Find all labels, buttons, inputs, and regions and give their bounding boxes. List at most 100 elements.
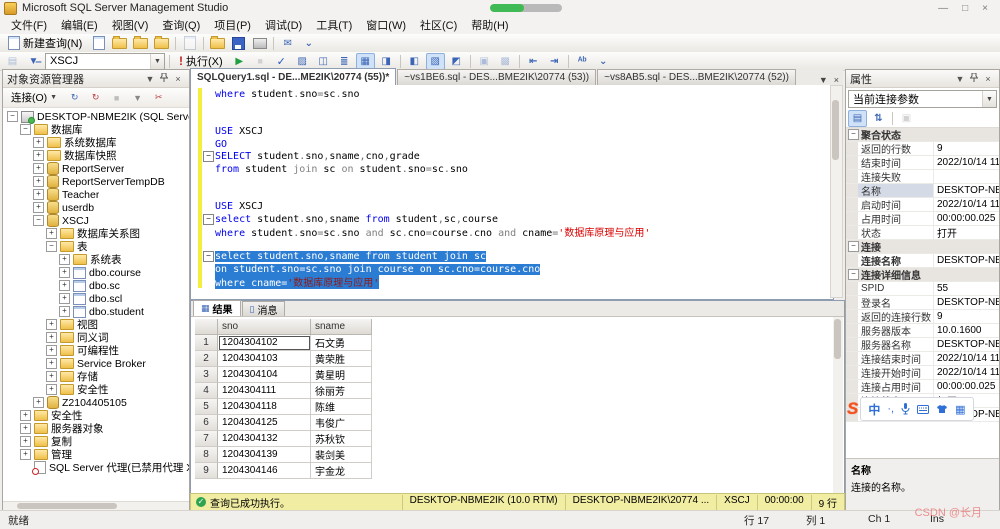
refresh-icon[interactable]: ↻ [65,89,84,106]
pin-icon[interactable] [157,73,171,84]
minimize-button[interactable]: — [938,3,948,14]
cell-sname[interactable]: 宇金龙 [311,463,372,479]
expand-icon[interactable]: + [59,267,70,278]
expand-icon[interactable]: + [46,332,57,343]
skin-icon[interactable] [936,404,948,414]
code-line[interactable]: where student.sno=sc.sno and sc.cno=cour… [191,226,833,239]
connect-button[interactable]: 连接(O) ▼ [6,88,62,107]
code-line[interactable]: where cname='数据库原理与应用' [191,276,833,289]
tree-item[interactable]: +数据库关系图 [3,227,189,240]
property-row[interactable]: 状态打开 [846,226,999,240]
collapse-icon[interactable]: − [848,241,859,252]
expand-icon[interactable]: + [20,423,31,434]
row-number[interactable]: 6 [195,415,218,431]
row-number[interactable]: 8 [195,447,218,463]
restore-button[interactable]: □ [962,3,968,14]
menu-item[interactable]: 编辑(E) [54,15,105,35]
tree-item[interactable]: +userdb [3,201,189,214]
expand-icon[interactable]: + [46,319,57,330]
property-group[interactable]: −聚合状态 [846,128,999,142]
property-row[interactable]: 服务器名称DESKTOP-NBME2IK [846,338,999,352]
fold-toggle-icon[interactable]: − [203,251,214,262]
property-row[interactable]: 连接结束时间2022/10/14 11:33:29 [846,352,999,366]
intellisense-icon[interactable]: ◫ [314,53,333,70]
cell-sno[interactable]: 1204304139 [218,447,311,463]
tree-item[interactable]: +dbo.scl [3,292,189,305]
property-row[interactable]: 连接占用时间00:00:00.025 [846,380,999,394]
cell-sname[interactable]: 徐丽芳 [311,383,372,399]
cell-sno[interactable]: 1204304103 [218,351,311,367]
menu-item[interactable]: 查询(Q) [155,15,207,35]
column-header[interactable]: sno [218,319,311,335]
cell-sname[interactable]: 黄星明 [311,367,372,383]
code-line[interactable]: −SELECT student.sno,sname,cno,grade [191,151,833,164]
tree-item[interactable]: +Teacher [3,188,189,201]
pin-icon[interactable] [967,73,981,84]
results-tab-messages[interactable]: ▯消息 [242,301,286,316]
tree-item[interactable]: +dbo.course [3,266,189,279]
property-value[interactable]: DESKTOP-NBME2IK [934,339,999,350]
collapse-icon[interactable]: − [33,215,44,226]
expand-icon[interactable]: + [46,345,57,356]
estimated-plan-icon[interactable]: ◧ [405,53,424,70]
parse-button[interactable]: ✓ [272,53,291,70]
panel-menu-icon[interactable]: ▼ [143,74,157,84]
cell-sname[interactable]: 裴剑美 [311,447,372,463]
query-options-icon[interactable]: ▨ [293,53,312,70]
cell-sno[interactable]: 1204304146 [218,463,311,479]
property-row[interactable]: 占用时间00:00:00.025 [846,212,999,226]
cell-sname[interactable]: 韦俊广 [311,415,372,431]
property-group[interactable]: −连接 [846,240,999,254]
new-query-button[interactable]: 新建查询(N) [3,33,87,53]
cell-sno[interactable]: 1204304102 [218,335,311,351]
expand-icon[interactable]: + [33,397,44,408]
row-number[interactable]: 4 [195,383,218,399]
menu-item[interactable]: 视图(V) [105,15,156,35]
expand-icon[interactable]: + [33,163,44,174]
copy-icon[interactable] [180,35,199,52]
sogou-logo-icon[interactable]: S [847,399,858,419]
property-value[interactable]: 10.0.1600 [934,325,999,336]
collapse-icon[interactable]: − [46,241,57,252]
row-number[interactable]: 2 [195,351,218,367]
expand-icon[interactable]: + [33,137,44,148]
property-value[interactable]: 2022/10/14 11:33:29 [934,353,999,364]
property-value[interactable]: 2022/10/14 11:33:29 [934,199,999,210]
tree-item[interactable]: +可编程性 [3,344,189,357]
expand-icon[interactable]: + [20,410,31,421]
property-value[interactable]: 9 [934,143,999,154]
results-to-grid-icon[interactable]: ▦ [356,53,375,70]
menu-item[interactable]: 工具(T) [309,15,359,35]
actual-plan-icon[interactable]: ▧ [426,53,445,70]
property-row[interactable]: 名称DESKTOP-NBME2IK [846,184,999,198]
results-to-text-icon[interactable]: ≣ [335,53,354,70]
connection-params-combo[interactable]: 当前连接参数 ▼ [848,90,997,108]
code-line[interactable]: GO [191,138,833,151]
tree-item[interactable]: +ReportServer [3,162,189,175]
column-header[interactable]: sname [311,319,372,335]
expand-icon[interactable]: + [46,384,57,395]
expand-icon[interactable]: + [59,293,70,304]
indent-increase-icon[interactable]: ⇥ [545,53,564,70]
close-panel-icon[interactable]: × [171,74,185,84]
expand-icon[interactable]: + [46,371,57,382]
close-panel-icon[interactable]: × [981,74,995,84]
cell-sname[interactable]: 陈维 [311,399,372,415]
expand-icon[interactable]: + [59,306,70,317]
categorize-icon[interactable]: ▤ [848,110,867,127]
available-databases-combo[interactable]: XSCJ▼ [45,53,165,70]
disconnect-icon[interactable]: ✂ [149,89,168,106]
results-vscrollbar[interactable] [833,317,843,494]
menu-item[interactable]: 文件(F) [4,15,54,35]
open-query-connected-icon[interactable] [131,35,150,52]
fold-toggle-icon[interactable]: − [203,214,214,225]
document-tab[interactable]: ~vs1BE6.sql - DES...BME2IK\20774 (53)) [397,69,596,85]
row-number[interactable]: 5 [195,399,218,415]
code-line[interactable]: −select student.sno,sname from student j… [191,251,833,264]
tree-item[interactable]: +系统表 [3,253,189,266]
cell-sno[interactable]: 1204304132 [218,431,311,447]
chinese-mode-icon[interactable]: 中 [868,401,880,418]
property-value[interactable]: 打开 [934,225,999,240]
property-value[interactable]: DESKTOP-NBME2IK\20774 [934,297,999,308]
sql-code-editor[interactable]: where student.sno=sc.snoUSE XSCJGO−SELEC… [190,85,834,300]
